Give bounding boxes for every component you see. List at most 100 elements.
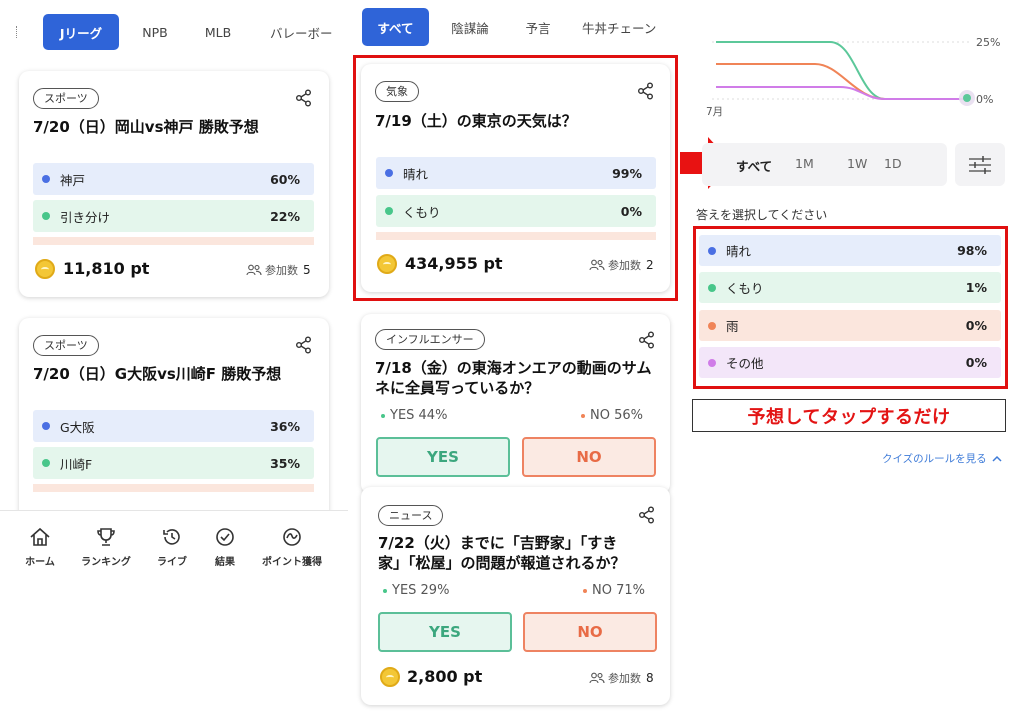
participants-count: 5 [303,263,311,277]
option-dot [708,246,716,255]
share-icon[interactable] [295,336,313,354]
answer-cloudy[interactable]: くもり 1% [699,272,1001,303]
yes-button[interactable]: YES [378,612,512,652]
no-button[interactable]: NO [523,612,657,652]
sports-feed-panel: Jリーグ NPB MLB バレーボー スポーツ 7/20（日）岡山vs神戸 勝敗… [0,0,348,711]
nav-live[interactable]: ライブ [142,527,202,568]
nav-earn-points[interactable]: ポイント獲得 [256,527,328,568]
category-tag: ニュース [378,505,444,526]
participants: 参加数 5 [246,262,311,278]
trophy-icon [97,528,115,546]
tab-volleyball[interactable]: バレーボー [262,14,348,50]
series-line-other [716,86,970,100]
option-dot [42,422,50,430]
yes-dot [381,413,385,418]
quiz-card-influencer[interactable]: インフルエンサー 7/18（金）の東海オンエアの動画のサム ネに全員写っているか… [361,314,670,494]
nav-home[interactable]: ホーム [10,527,70,568]
option-sunny[interactable]: 晴れ 99% [376,157,656,189]
range-1d[interactable]: 1D [884,156,902,171]
time-range-selector: すべて 1M 1W 1D [702,143,947,186]
series-line-cloudy [716,63,970,100]
option-label: くもり [726,281,764,296]
nav-label: ホーム [25,557,55,568]
answer-other[interactable]: その他 0% [699,347,1001,378]
option-label: G大阪 [60,419,95,435]
tab-prophecy[interactable]: 予言 [518,8,558,46]
rules-link-text: クイズのルールを見る [882,453,987,465]
range-1w[interactable]: 1W [847,156,867,171]
participants-label: 参加数 [608,259,641,272]
point-total: 434,955 pt [405,254,503,273]
tab-jleague[interactable]: Jリーグ [43,14,119,50]
question-title: 7/20（日）岡山vs神戸 勝敗予想 [33,118,259,136]
quiz-rules-link[interactable]: クイズのルールを見る [882,451,1002,466]
no-dot [583,588,587,593]
range-all[interactable]: すべて [736,156,772,175]
category-tag: スポーツ [33,335,99,356]
tab-conspiracy[interactable]: 陰謀論 [444,8,496,46]
no-button[interactable]: NO [522,437,656,477]
option-percent: 99% [612,165,642,181]
tab-gyudon[interactable]: 牛丼チェーン [582,8,680,46]
no-stat-text: NO 71% [592,583,645,598]
option-draw[interactable]: 引き分け 22% [33,200,314,232]
option-cropped [376,232,656,240]
filter-button[interactable] [955,143,1005,186]
yes-stat-text: YES 44% [390,408,448,423]
option-kawasaki[interactable]: 川崎F 35% [33,447,314,479]
quiz-card-news[interactable]: ニュース 7/22（火）までに「吉野家」「すき 家」「松屋」の問題が報道されるか… [361,487,670,705]
option-kobe[interactable]: 神戸 60% [33,163,314,195]
nav-label: 結果 [215,557,235,568]
option-label: その他 [726,356,764,371]
nav-label: ポイント獲得 [262,557,322,568]
share-icon[interactable] [638,506,656,524]
no-stat-text: NO 56% [590,408,643,423]
category-tag: 気象 [375,81,419,102]
option-percent: 0% [620,203,642,219]
yes-button[interactable]: YES [376,437,510,477]
share-icon[interactable] [295,89,313,107]
range-1m[interactable]: 1M [795,156,814,171]
point-total: 11,810 pt [63,259,150,278]
option-dot [708,321,716,330]
option-dot [42,212,50,220]
nav-results[interactable]: 結果 [195,527,255,568]
quiz-card-weather[interactable]: 気象 7/19（土）の東京の天気は？ 晴れ 99% くもり 0% 434,955… [361,64,670,292]
trend-chart: 25% 0% 7月 [706,36,1000,118]
option-percent: 0% [965,318,987,333]
y-tick-25: 25% [976,36,1000,49]
participants-label: 参加数 [608,672,641,685]
option-percent: 1% [965,280,987,295]
tab-npb[interactable]: NPB [130,14,180,50]
option-gosaka[interactable]: G大阪 36% [33,410,314,442]
answer-sunny[interactable]: 晴れ 98% [699,235,1001,266]
option-label: 神戸 [60,172,86,188]
option-label: 晴れ [403,166,429,182]
option-cloudy[interactable]: くもり 0% [376,195,656,227]
participants-label: 参加数 [265,264,298,277]
nav-label: ライブ [157,557,187,568]
category-tag: インフルエンサー [375,329,485,350]
yes-stat-text: YES 29% [392,583,450,598]
home-icon [30,527,50,546]
option-dot [385,169,393,177]
tab-scroll-indicator [16,26,18,38]
tab-mlb[interactable]: MLB [193,14,243,50]
option-label: 川崎F [60,456,93,472]
people-icon [589,672,605,684]
share-icon[interactable] [637,82,655,100]
share-icon[interactable] [638,331,656,349]
current-point [963,94,971,102]
coin-icon [380,667,400,687]
question-title: 7/20（日）G大阪vs川崎F 勝敗予想 [33,365,282,383]
option-percent: 98% [957,243,987,258]
tab-all[interactable]: すべて [362,8,429,46]
option-percent: 36% [270,418,300,434]
quiz-card-okayama-kobe[interactable]: スポーツ 7/20（日）岡山vs神戸 勝敗予想 神戸 60% 引き分け 22% … [19,71,329,297]
yes-stat: YES 29% [383,583,449,598]
yes-stat: YES 44% [381,408,447,423]
x-axis-label: 7月 [706,106,723,118]
answer-rain[interactable]: 雨 0% [699,310,1001,341]
nav-ranking[interactable]: ランキング [76,527,136,568]
option-cropped [33,237,314,245]
